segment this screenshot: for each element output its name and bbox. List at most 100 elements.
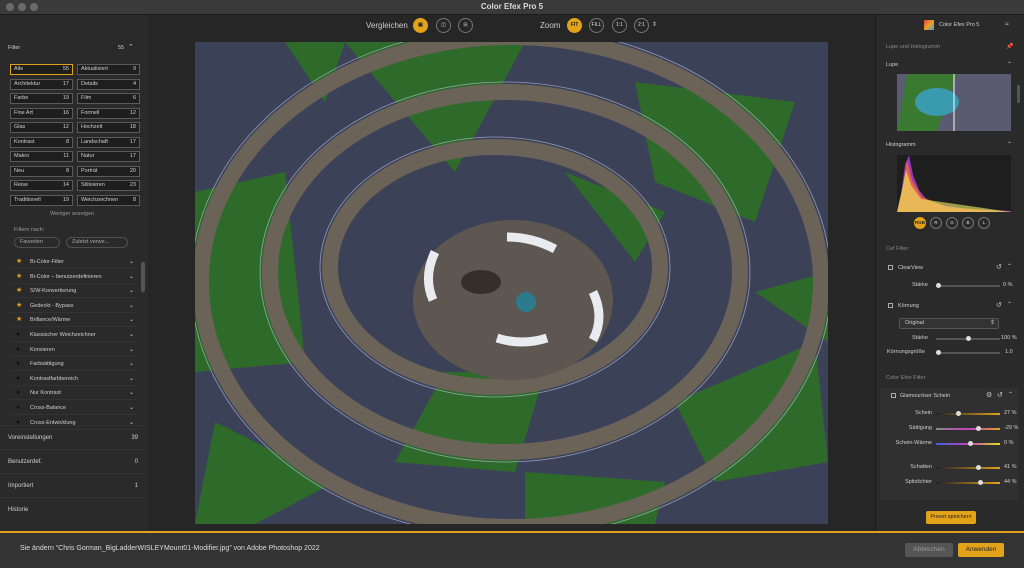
chevron-down-icon[interactable]: ⌄ [129,270,134,284]
clearview-slider[interactable] [936,283,1000,288]
category-film[interactable]: Film 6 [77,93,140,104]
category-porträt[interactable]: Porträt 20 [77,165,140,177]
category-formell[interactable]: Formell 12 [77,107,140,119]
filter-item[interactable]: ● Farbsättigung ⌄ [10,357,136,372]
filter-item[interactable]: ● Konvieren ⌄ [10,343,136,357]
glam-slider[interactable] [936,411,1000,416]
zoom-2-1-button[interactable]: 2:1 [634,18,649,33]
section-1[interactable]: Benutzerdef. 0 [0,449,148,473]
category-alle[interactable]: Alle 55 [10,64,73,75]
category-landschaft[interactable]: Landschaft 17 [77,136,140,148]
loupe-collapse-icon[interactable]: ⌃ [1007,61,1012,68]
zoom-fill-button[interactable]: FILL [589,18,604,33]
section-2[interactable]: Importiert 1 [0,473,148,497]
channel-l-button[interactable]: L [978,217,990,229]
scrollbar[interactable] [141,262,145,292]
filter-item[interactable]: ★ Gedeckt - Bypass ⌄ [10,299,136,313]
channel-r-button[interactable]: R [930,217,942,229]
show-less-link[interactable]: Weniger anzeigen [50,211,94,217]
koernung-strength-slider[interactable] [936,336,1000,341]
glam-collapse-icon[interactable]: ⌃ [1008,391,1013,398]
glam-slider[interactable] [936,480,1000,485]
channel-g-button[interactable]: G [946,217,958,229]
slider-knob[interactable] [968,441,973,446]
category-architektur[interactable]: Architektur 17 [10,78,73,90]
channel-rgb-button[interactable]: RGB [914,217,926,229]
koernung-preset-select[interactable]: Original ⇕ [899,318,999,329]
zoom-stepper-icon[interactable]: ⇕ [652,21,657,28]
category-makro[interactable]: Makro 11 [10,151,73,162]
chevron-down-icon[interactable]: ⌄ [129,357,134,371]
koernung-checkbox[interactable] [888,303,893,308]
filter-item[interactable]: ● Klassischer Weichzeichner ⌄ [10,328,136,342]
slider-knob[interactable] [978,480,983,485]
favorites-chip[interactable]: Favoriten [14,237,60,248]
chevron-down-icon[interactable]: ⌄ [129,386,134,400]
category-fine-art[interactable]: Fine Art 16 [10,107,73,119]
filter-item[interactable]: ★ S/W-Konvertierung ⌄ [10,284,136,299]
cancel-button[interactable]: Abbrechen [905,543,953,557]
slider-knob[interactable] [976,465,981,470]
apply-button[interactable]: Anwenden [958,543,1004,557]
collapse-panel-icon[interactable]: ≈ [1005,21,1009,28]
zoom-fit-button[interactable]: FIT [567,18,582,33]
channel-b-button[interactable]: B [962,217,974,229]
slider-knob[interactable] [936,350,941,355]
slider-knob[interactable] [936,283,941,288]
compare-stack-icon[interactable]: ⊟ [458,18,473,33]
category-hochzeit[interactable]: Hochzeit 18 [77,122,140,133]
preset-save-button[interactable]: Preset speichern [926,511,976,524]
glam-checkbox[interactable] [891,393,896,398]
glam-slider[interactable] [936,465,1000,470]
pin-icon[interactable]: 📌 [1006,43,1013,50]
glam-reset-icon[interactable]: ↺ [997,391,1003,399]
right-scrollbar[interactable] [1017,85,1020,103]
slider-knob[interactable] [976,426,981,431]
chevron-down-icon[interactable]: ⌄ [129,372,134,386]
chevron-down-icon[interactable]: ⌄ [129,401,134,415]
glam-settings-icon[interactable]: ⚙ [986,391,992,399]
category-details[interactable]: Details 4 [77,78,140,90]
compare-side-icon[interactable]: ◫ [436,18,451,33]
image-preview[interactable] [195,42,828,524]
filter-item[interactable]: ● Nur Kontrast ⌄ [10,386,136,401]
koernung-collapse-icon[interactable]: ⌃ [1007,301,1012,308]
slider-knob[interactable] [966,336,971,341]
category-reise[interactable]: Reise 14 [10,180,73,191]
koernung-reset-icon[interactable]: ↺ [996,301,1002,309]
category-farbe[interactable]: Farbe 19 [10,93,73,104]
category-neu[interactable]: Neu 8 [10,165,73,177]
compare-split-icon[interactable]: ▣ [413,18,428,33]
reset-icon[interactable]: ↺ [996,263,1002,271]
clearview-collapse-icon[interactable]: ⌃ [1007,263,1012,270]
category-natur[interactable]: Natur 17 [77,151,140,162]
chevron-up-icon[interactable]: ⌃ [128,43,134,51]
zoom-1-1-button[interactable]: 1:1 [612,18,627,33]
clearview-checkbox[interactable] [888,265,893,270]
chevron-down-icon[interactable]: ⌄ [129,343,134,357]
filter-item[interactable]: ● Kontrastfarbbereich ⌄ [10,372,136,386]
chevron-down-icon[interactable]: ⌄ [129,299,134,313]
chevron-down-icon[interactable]: ⌄ [129,284,134,298]
category-aktualisiert[interactable]: Aktualisiert 9 [77,64,140,75]
category-kontrast[interactable]: Kontrast 8 [10,136,73,148]
filter-item[interactable]: ● Cross-Balance ⌄ [10,401,136,415]
filter-item[interactable]: ★ Brillance/Wärme ⌄ [10,313,136,328]
category-weichzeichnen[interactable]: Weichzeichnen 8 [77,194,140,206]
chevron-down-icon[interactable]: ⌄ [129,255,134,269]
filter-item[interactable]: ★ Bi-Color – benutzerdefinieren ⌄ [10,270,136,284]
category-stilisieren[interactable]: Stilisieren 23 [77,180,140,191]
histogram-collapse-icon[interactable]: ⌃ [1007,141,1012,148]
glam-slider[interactable] [936,426,1000,431]
slider-knob[interactable] [956,411,961,416]
section-3[interactable]: Historie [0,497,148,521]
chevron-down-icon[interactable]: ⌄ [129,328,134,342]
chevron-down-icon[interactable]: ⌄ [129,313,134,327]
loupe-preview[interactable] [897,74,1011,131]
recent-chip[interactable]: Zuletzt verwe... [66,237,128,248]
filter-item[interactable]: ★ Bi-Color-Filter ⌄ [10,255,136,269]
category-glas[interactable]: Glas 12 [10,122,73,133]
category-traditionell[interactable]: Traditionell 19 [10,194,73,206]
glam-slider[interactable] [936,441,1000,446]
koernungsgroesse-slider[interactable] [936,350,1000,355]
